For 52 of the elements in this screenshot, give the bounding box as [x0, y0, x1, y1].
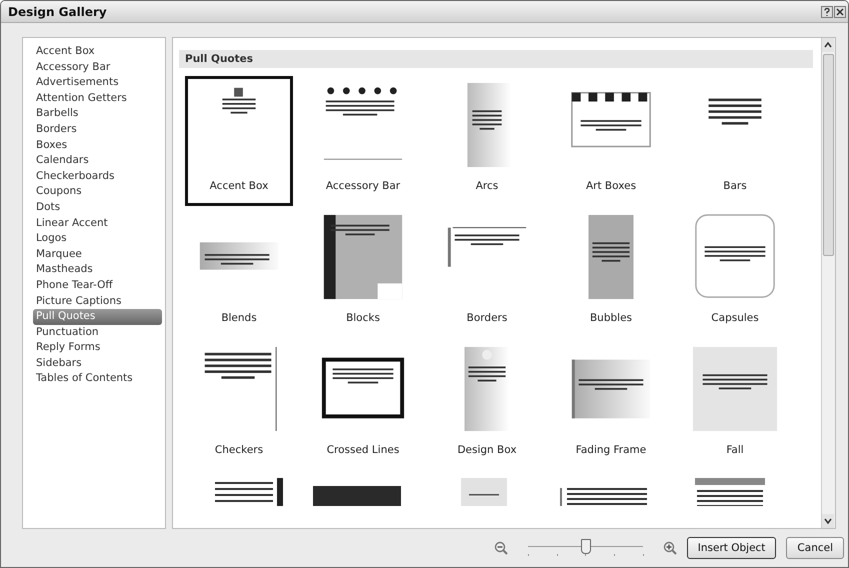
gallery-item[interactable]: Accessory Bar — [309, 76, 417, 206]
category-item[interactable]: Borders — [33, 122, 162, 138]
scrollbar-track[interactable] — [821, 38, 835, 528]
category-item[interactable]: Coupons — [33, 184, 162, 200]
gallery-item[interactable]: Art Boxes — [557, 76, 665, 206]
category-item[interactable]: Calendars — [33, 153, 162, 169]
category-item[interactable]: Attention Getters — [33, 90, 162, 106]
gallery-item[interactable]: Crossed Lines — [309, 340, 417, 470]
thumbnail-drawing — [708, 98, 762, 125]
section-heading: Pull Quotes — [179, 50, 813, 68]
category-item[interactable]: Linear Accent — [33, 216, 162, 232]
insert-button[interactable]: Insert Object — [686, 537, 776, 559]
category-item[interactable]: Pull Quotes — [33, 309, 162, 325]
category-item[interactable]: Boxes — [33, 138, 162, 154]
category-item[interactable]: Checkerboards — [33, 168, 162, 184]
gallery-item[interactable]: Borders — [433, 208, 541, 338]
thumbnail-drawing — [222, 88, 256, 114]
category-item[interactable]: Advertisements — [33, 75, 162, 91]
scrollbar-thumb[interactable] — [823, 54, 834, 256]
gallery-item[interactable]: Blocks — [309, 208, 417, 338]
gallery-item[interactable]: Bars — [681, 76, 789, 206]
category-item[interactable]: Accessory Bar — [33, 60, 162, 76]
window-title: Design Gallery — [8, 4, 107, 18]
close-icon[interactable] — [834, 6, 846, 18]
gallery-item[interactable]: Accent Box — [185, 76, 293, 206]
category-item[interactable]: Logos — [33, 231, 162, 247]
category-item[interactable]: Picture Captions — [33, 294, 162, 310]
category-item[interactable]: Mastheads — [33, 262, 162, 278]
category-item[interactable]: Barbells — [33, 106, 162, 122]
zoom-out-icon[interactable] — [494, 541, 508, 555]
category-item[interactable]: Dots — [33, 200, 162, 216]
zoom-slider[interactable] — [528, 538, 643, 558]
category-item[interactable]: Accent Box — [33, 44, 162, 60]
category-item[interactable]: Tables of Contents — [33, 371, 162, 388]
zoom-in-icon[interactable] — [662, 541, 677, 555]
gallery-item[interactable]: Fall — [681, 340, 789, 470]
gallery-item[interactable]: Arcs — [433, 76, 541, 206]
scroll-up-icon[interactable] — [822, 38, 834, 52]
cancel-button[interactable]: Cancel — [786, 537, 844, 559]
gallery-item[interactable]: Bubbles — [557, 208, 665, 338]
scroll-down-icon[interactable] — [822, 514, 834, 528]
category-item[interactable]: Punctuation — [33, 324, 162, 340]
gallery-item[interactable]: Checkers — [185, 340, 293, 470]
gallery-item[interactable]: Capsules — [681, 208, 789, 338]
category-item[interactable]: Sidebars — [33, 356, 162, 372]
category-item[interactable]: Marquee — [33, 246, 162, 262]
category-item[interactable]: Reply Forms — [33, 340, 162, 356]
gallery-item[interactable]: Design Box — [433, 340, 541, 470]
gallery-item[interactable]: Fading Frame — [557, 340, 665, 470]
category-item[interactable]: Phone Tear-Off — [33, 278, 162, 294]
help-icon[interactable] — [821, 6, 833, 18]
gallery-item[interactable]: Blends — [185, 208, 293, 338]
